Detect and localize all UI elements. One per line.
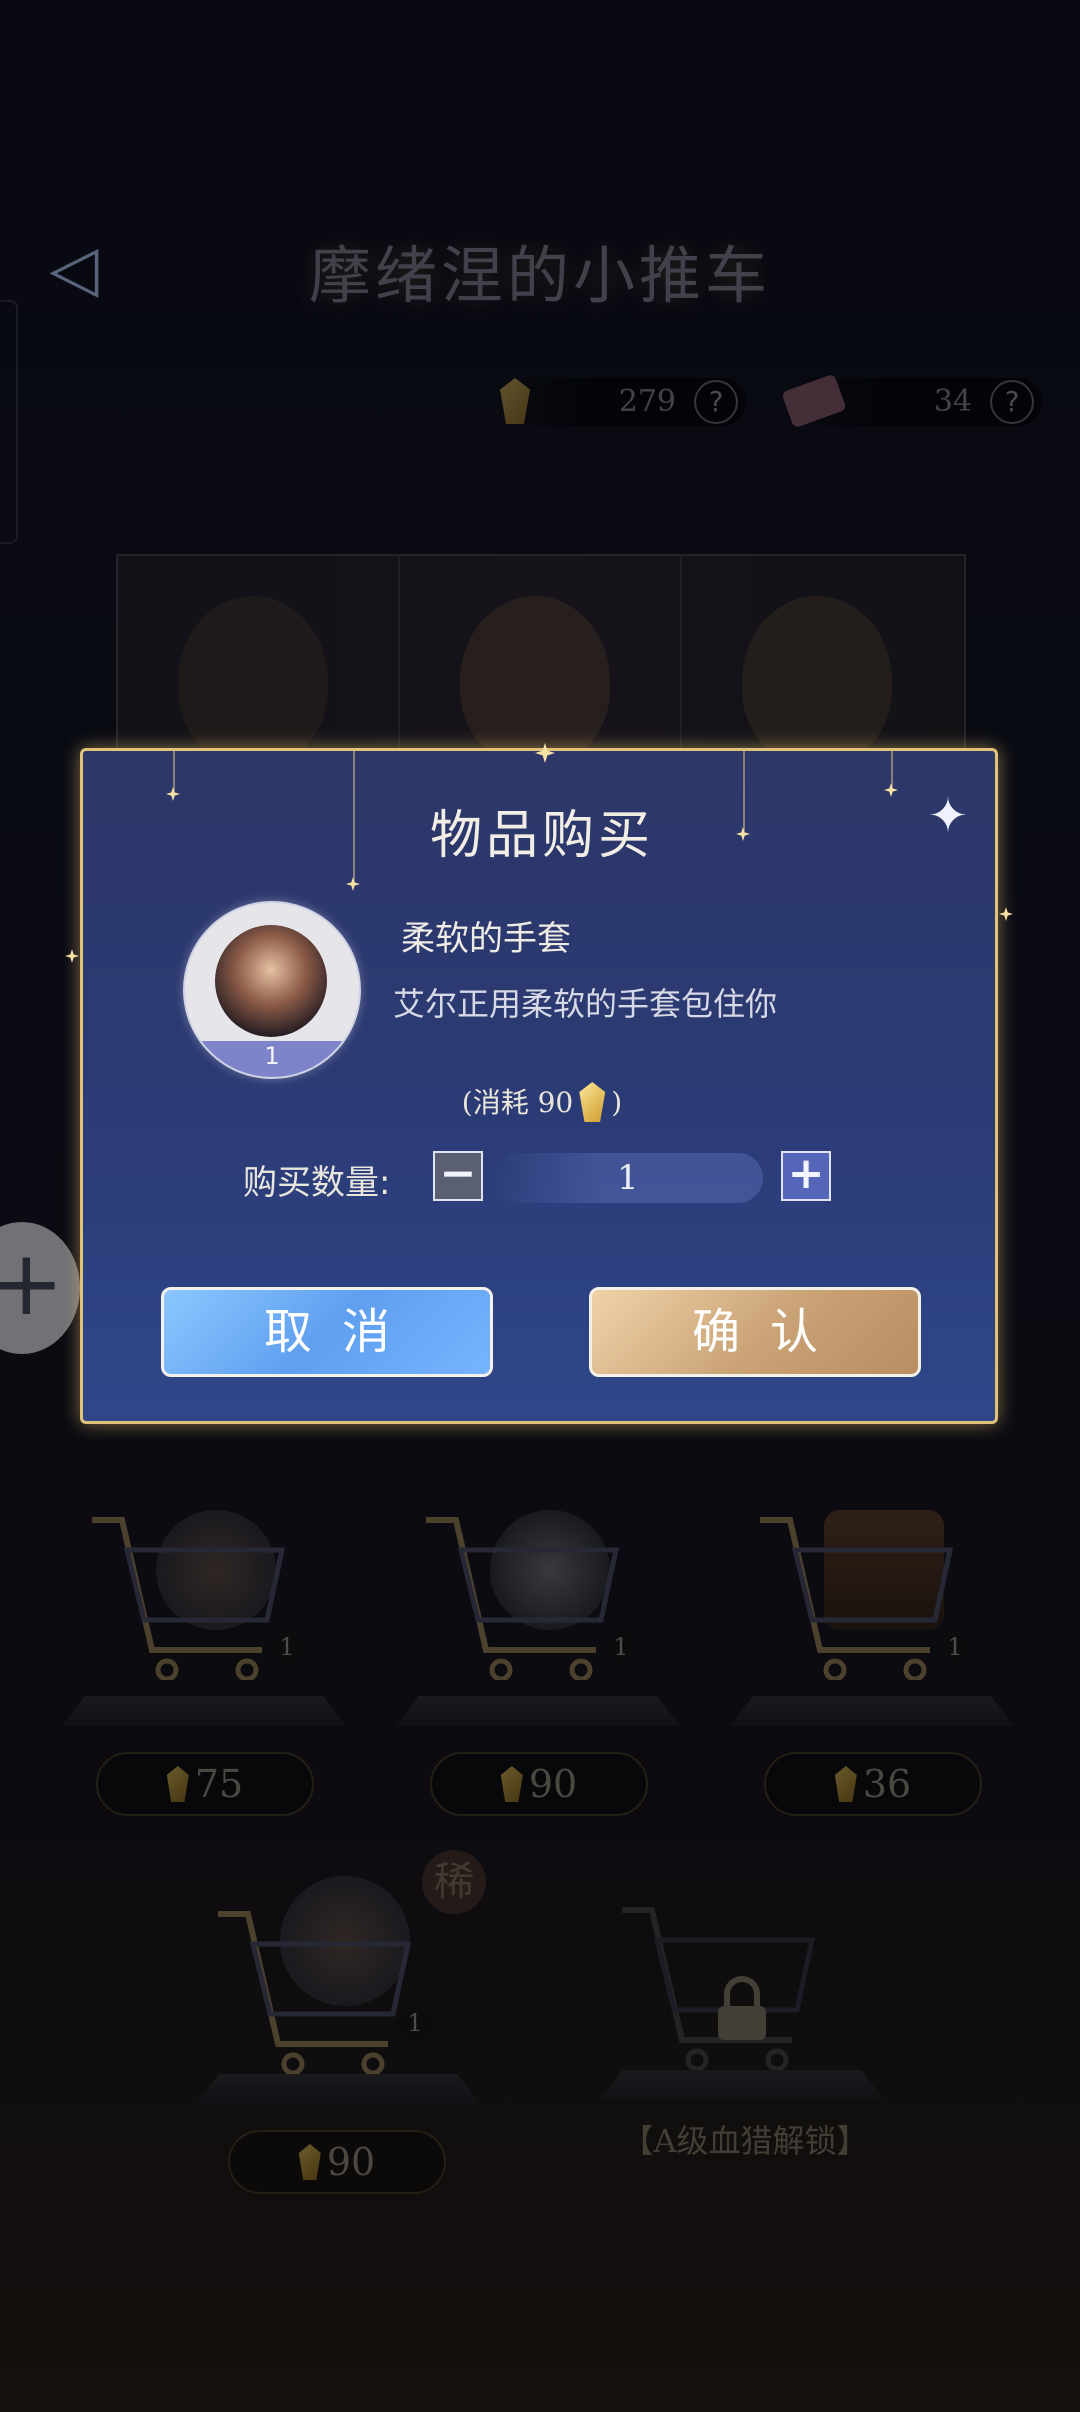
cost-label: (消耗 90) bbox=[83, 1081, 1001, 1122]
item-name: 柔软的手套 bbox=[401, 919, 571, 959]
purchase-dialog: 物品购买 ✦ 1 柔软的手套 艾尔正用柔软的手套包住你 (消耗 90) 购买数量… bbox=[65, 743, 1013, 1424]
glove-item-image bbox=[215, 925, 327, 1037]
item-avatar: 1 bbox=[183, 901, 361, 1079]
close-icon[interactable]: ✦ bbox=[925, 792, 971, 840]
decrease-quantity-button[interactable]: − bbox=[433, 1151, 483, 1201]
decor-chain bbox=[891, 751, 893, 787]
confirm-button[interactable]: 确认 bbox=[589, 1287, 921, 1377]
increase-quantity-button[interactable]: + bbox=[781, 1151, 831, 1201]
cancel-button[interactable]: 取消 bbox=[161, 1287, 493, 1377]
sparkle-icon bbox=[346, 877, 360, 891]
quantity-label: 购买数量: bbox=[243, 1163, 391, 1203]
quantity-field[interactable]: 1 bbox=[493, 1153, 763, 1203]
decor-chain bbox=[173, 751, 175, 791]
gem-icon bbox=[579, 1082, 606, 1122]
dialog-title: 物品购买 bbox=[429, 806, 654, 866]
item-description: 艾尔正用柔软的手套包住你 bbox=[393, 985, 778, 1023]
item-owned-count: 1 bbox=[185, 1041, 359, 1077]
